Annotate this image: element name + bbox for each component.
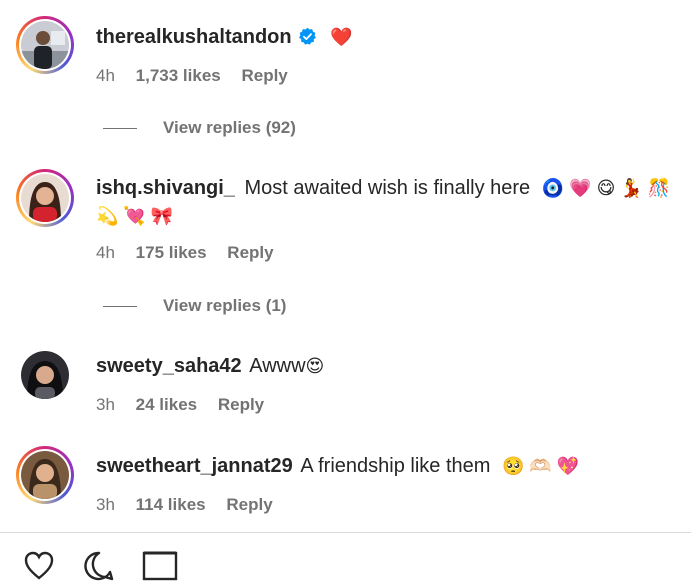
comment-likes[interactable]: 175 likes — [136, 243, 207, 262]
verified-badge-icon — [298, 27, 316, 45]
comment-text: A friendship like them — [300, 455, 491, 477]
avatar[interactable] — [21, 21, 69, 69]
comment-time[interactable]: 4h — [96, 243, 115, 262]
comment-meta: 3h 24 likes Reply — [96, 395, 280, 415]
comment-likes[interactable]: 114 likes — [136, 495, 206, 514]
post-action-bar — [0, 532, 691, 581]
comment-line-2: 💫 💘 🎀 — [96, 203, 173, 229]
avatar[interactable] — [21, 451, 69, 499]
comment-emoji: ❤️ — [330, 27, 353, 47]
comment-text: Awww — [249, 355, 306, 377]
comment-likes[interactable]: 1,733 likes — [136, 66, 221, 85]
comment-time[interactable]: 4h — [96, 66, 115, 85]
replies-divider — [103, 127, 137, 129]
comment-line: sweety_saha42 Awww😍 — [96, 353, 324, 379]
reply-button[interactable]: Reply — [227, 243, 273, 262]
avatar[interactable] — [21, 174, 69, 222]
comment-meta: 4h 1,733 likes Reply — [96, 66, 304, 86]
replies-divider — [103, 305, 137, 307]
like-icon[interactable] — [24, 551, 54, 581]
comment-time[interactable]: 3h — [96, 495, 115, 514]
comment-username[interactable]: therealkushaltandon — [96, 26, 292, 48]
comment-emoji: 🧿 💗 😋 💃 🎊 — [541, 178, 671, 198]
view-replies[interactable]: View replies (92) — [103, 118, 296, 138]
avatar-story-ring[interactable] — [16, 169, 74, 227]
comment-text: Most awaited wish is finally here — [244, 177, 531, 199]
comment-line: sweetheart_jannat29 A friendship like th… — [96, 453, 579, 479]
comment-username[interactable]: sweetheart_jannat29 — [96, 455, 293, 477]
avatar[interactable] — [21, 351, 69, 399]
share-icon[interactable] — [142, 551, 178, 581]
view-replies-label[interactable]: View replies (1) — [163, 296, 286, 316]
comment-line: therealkushaltandon ❤️ — [96, 24, 353, 50]
comment-meta: 3h 114 likes Reply — [96, 495, 289, 515]
comment-username[interactable]: sweety_saha42 — [96, 355, 242, 377]
avatar-story-ring[interactable] — [16, 446, 74, 504]
comment-meta: 4h 175 likes Reply — [96, 243, 290, 263]
comment-likes[interactable]: 24 likes — [136, 395, 197, 414]
view-replies-label[interactable]: View replies (92) — [163, 118, 296, 138]
comment-line: ishq.shivangi_ Most awaited wish is fina… — [96, 175, 670, 201]
comment-icon[interactable] — [84, 551, 114, 581]
comment-time[interactable]: 3h — [96, 395, 115, 414]
avatar-story-ring[interactable] — [16, 16, 74, 74]
reply-button[interactable]: Reply — [241, 66, 287, 85]
comment-emoji: 🥺 🫶🏻 💖 — [502, 456, 580, 476]
comment-emoji: 😍 — [305, 356, 325, 376]
reply-button[interactable]: Reply — [226, 495, 272, 514]
comment-username[interactable]: ishq.shivangi_ — [96, 177, 235, 199]
view-replies[interactable]: View replies (1) — [103, 296, 286, 316]
comment-emoji-2: 💫 💘 🎀 — [96, 206, 174, 226]
reply-button[interactable]: Reply — [218, 395, 264, 414]
